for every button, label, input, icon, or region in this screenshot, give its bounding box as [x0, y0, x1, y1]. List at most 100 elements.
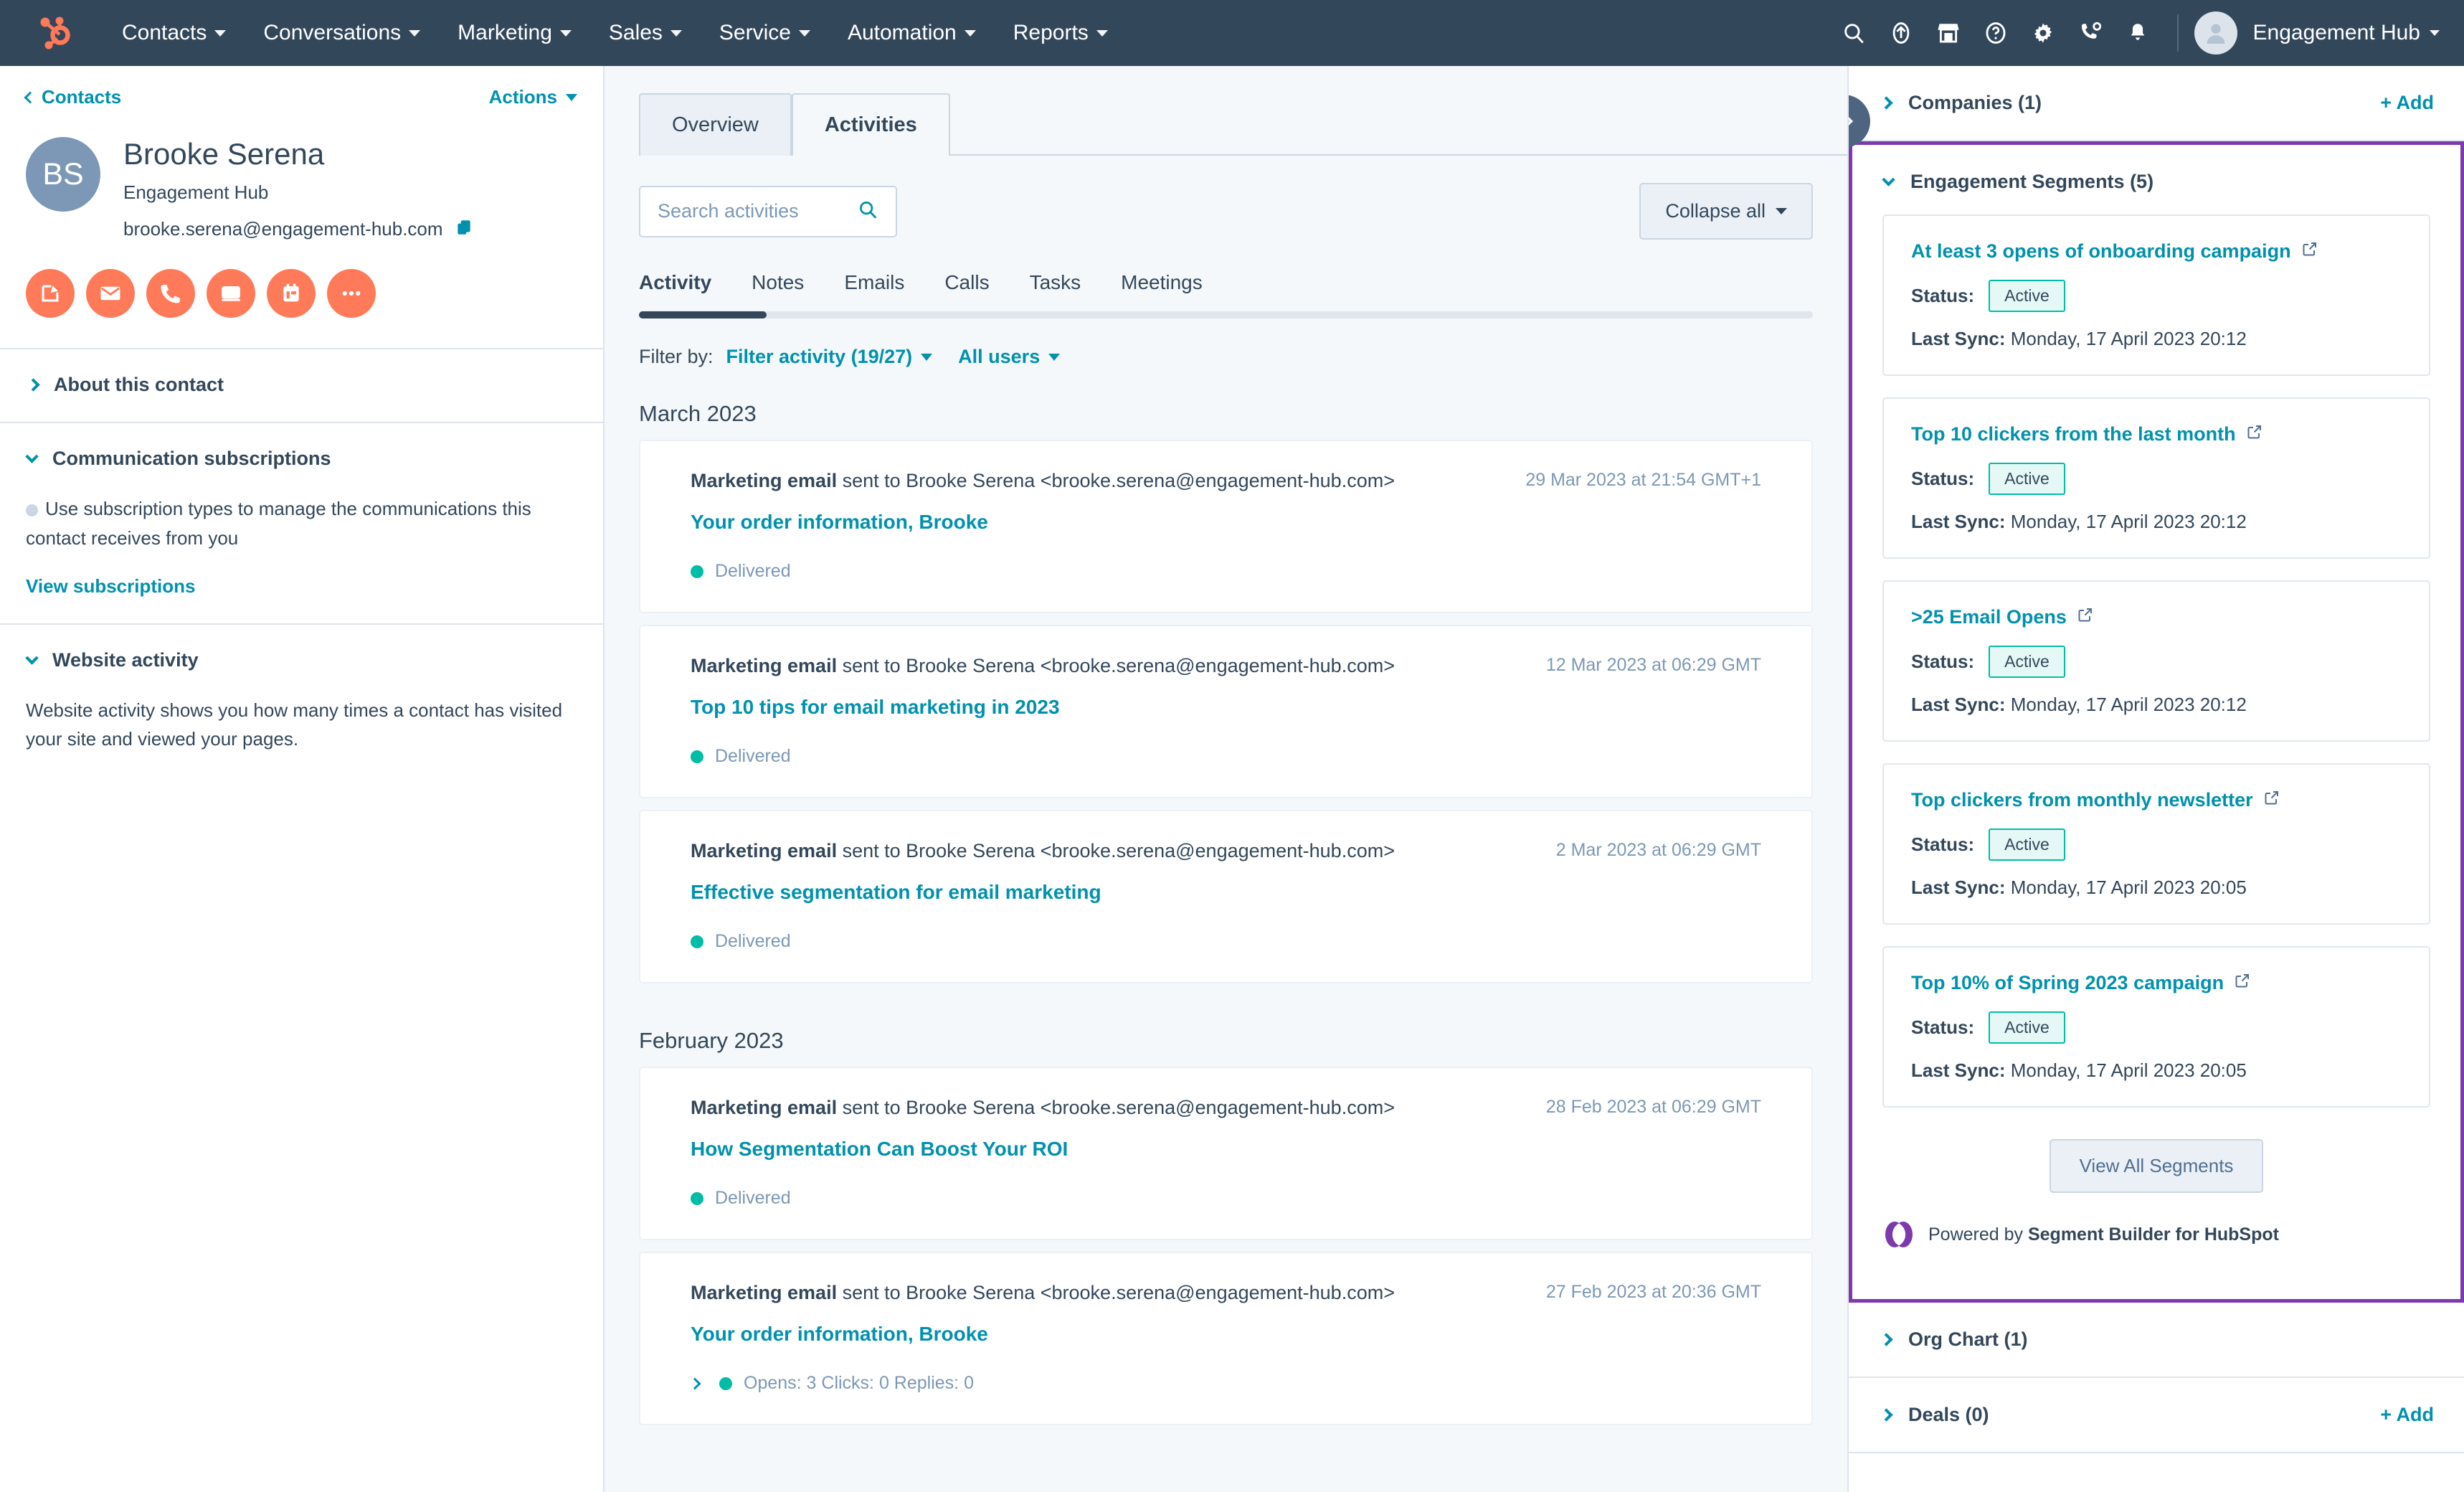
- copy-icon[interactable]: [455, 218, 473, 240]
- subtab-activity[interactable]: Activity: [639, 271, 731, 311]
- companies-toggle[interactable]: Companies (1): [1879, 92, 2042, 114]
- subtab-meetings[interactable]: Meetings: [1101, 271, 1223, 311]
- log-icon[interactable]: [207, 269, 255, 318]
- scrollbar-thumb[interactable]: [639, 311, 767, 318]
- sidebar-section-website-activity-toggle[interactable]: Website activity: [25, 649, 577, 671]
- tab-overview[interactable]: Overview: [639, 93, 792, 156]
- table-row[interactable]: Marketing email sent to Brooke Serena <b…: [639, 440, 1813, 613]
- activity-subject-link[interactable]: Top 10 tips for email marketing in 2023: [691, 696, 1761, 719]
- nav-item-sales[interactable]: Sales: [590, 21, 701, 45]
- collapse-all-label: Collapse all: [1665, 200, 1766, 222]
- call-icon[interactable]: [146, 269, 195, 318]
- search-icon[interactable]: [857, 199, 878, 224]
- actions-dropdown[interactable]: Actions: [489, 86, 577, 108]
- segment-link[interactable]: Top 10 clickers from the last month: [1911, 423, 2402, 445]
- activity-description: Marketing email sent to Brooke Serena <b…: [691, 470, 1395, 492]
- sidebar-section-org-chart: Org Chart (1): [1849, 1303, 2464, 1378]
- nav-item-marketing[interactable]: Marketing: [439, 21, 590, 45]
- filter-activity-dropdown[interactable]: Filter activity (19/27): [726, 346, 933, 368]
- activity-subject-link[interactable]: Your order information, Brooke: [691, 1323, 1761, 1346]
- subtab-tasks[interactable]: Tasks: [1010, 271, 1101, 311]
- calling-phone-icon[interactable]: [2067, 9, 2114, 57]
- nav-label: Reports: [1013, 21, 1089, 44]
- nav-item-automation[interactable]: Automation: [829, 21, 995, 45]
- subtab-calls[interactable]: Calls: [924, 271, 1009, 311]
- chevron-down-icon: [964, 29, 976, 37]
- gear-icon[interactable]: [2019, 9, 2067, 57]
- note-icon[interactable]: [26, 269, 75, 318]
- list-item[interactable]: Top clickers from monthly newsletter Sta…: [1882, 763, 2430, 925]
- account-menu[interactable]: Engagement Hub: [2253, 21, 2440, 45]
- view-subscriptions-link[interactable]: View subscriptions: [26, 575, 195, 598]
- subtab-notes[interactable]: Notes: [731, 271, 824, 311]
- search-input[interactable]: Search activities: [639, 185, 897, 237]
- sync-label: Last Sync:: [1911, 328, 2006, 349]
- list-item[interactable]: At least 3 opens of onboarding campaign …: [1882, 214, 2430, 376]
- task-icon[interactable]: [267, 269, 316, 318]
- email-icon[interactable]: [86, 269, 135, 318]
- sync-value: Monday, 17 April 2023 20:12: [2010, 328, 2247, 349]
- segment-sync-row: Last Sync: Monday, 17 April 2023 20:05: [1911, 1059, 2402, 1082]
- avatar[interactable]: [2194, 11, 2237, 55]
- external-link-icon[interactable]: [2301, 240, 2318, 263]
- sidebar-section-subscriptions-toggle[interactable]: Communication subscriptions: [25, 448, 577, 470]
- nav-item-reports[interactable]: Reports: [995, 21, 1127, 45]
- sidebar-section-about-toggle[interactable]: About this contact: [26, 374, 577, 396]
- activity-type: Marketing email: [691, 655, 838, 676]
- list-item[interactable]: >25 Email Opens Status: Active Last Sync…: [1882, 580, 2430, 742]
- external-link-icon[interactable]: [2263, 789, 2280, 811]
- companies-header: Companies (1) + Add: [1879, 92, 2434, 114]
- status-badge: Active: [1989, 828, 2065, 861]
- chevron-right-icon[interactable]: [688, 1377, 701, 1389]
- view-all-segments-button[interactable]: View All Segments: [2049, 1139, 2264, 1193]
- deals-toggle[interactable]: Deals (0): [1879, 1404, 1989, 1426]
- help-question-icon[interactable]: [1972, 9, 2019, 57]
- activity-subject-link[interactable]: Your order information, Brooke: [691, 511, 1761, 534]
- status-dot-icon: [691, 750, 703, 763]
- list-item[interactable]: Top 10 clickers from the last month Stat…: [1882, 397, 2430, 559]
- segment-link[interactable]: Top 10% of Spring 2023 campaign: [1911, 972, 2402, 994]
- search-icon[interactable]: [1830, 9, 1877, 57]
- org-chart-header: Org Chart (1): [1879, 1328, 2434, 1351]
- hubspot-sprocket-logo[interactable]: [37, 14, 75, 52]
- powered-brand: Segment Builder for HubSpot: [2027, 1224, 2279, 1245]
- segment-link[interactable]: Top clickers from monthly newsletter: [1911, 789, 2402, 811]
- table-row[interactable]: Marketing email sent to Brooke Serena <b…: [639, 1252, 1813, 1425]
- segment-link[interactable]: >25 Email Opens: [1911, 606, 2402, 628]
- add-company-button[interactable]: + Add: [2380, 92, 2434, 114]
- upgrade-arrow-icon[interactable]: [1877, 9, 1925, 57]
- filter-users-dropdown[interactable]: All users: [958, 346, 1061, 368]
- status-badge: Delivered: [691, 931, 1761, 952]
- tab-activities[interactable]: Activities: [791, 93, 950, 156]
- marketplace-storefront-icon[interactable]: [1925, 9, 1972, 57]
- list-item[interactable]: Top 10% of Spring 2023 campaign Status: …: [1882, 946, 2430, 1108]
- nav-item-service[interactable]: Service: [701, 21, 829, 45]
- activity-subject-link[interactable]: How Segmentation Can Boost Your ROI: [691, 1138, 1761, 1161]
- table-row[interactable]: Marketing email sent to Brooke Serena <b…: [639, 810, 1813, 983]
- table-row[interactable]: Marketing email sent to Brooke Serena <b…: [639, 1067, 1813, 1240]
- status-label: Status:: [1911, 651, 1975, 672]
- notifications-bell-icon[interactable]: [2114, 9, 2161, 57]
- segment-link[interactable]: At least 3 opens of onboarding campaign: [1911, 240, 2402, 263]
- breadcrumb[interactable]: Contacts: [24, 86, 121, 108]
- table-row[interactable]: Marketing email sent to Brooke Serena <b…: [639, 625, 1813, 798]
- subtab-emails[interactable]: Emails: [824, 271, 924, 311]
- external-link-icon[interactable]: [2077, 606, 2094, 628]
- section-title: About this contact: [54, 374, 224, 396]
- avatar[interactable]: BS: [26, 137, 100, 212]
- activity-subject-link[interactable]: Effective segmentation for email marketi…: [691, 881, 1761, 904]
- segment-status-row: Status: Active: [1911, 646, 2402, 678]
- external-link-icon[interactable]: [2246, 423, 2263, 445]
- chevron-down-icon: [559, 29, 572, 37]
- collapse-all-button[interactable]: Collapse all: [1639, 183, 1813, 240]
- external-link-icon[interactable]: [2234, 972, 2251, 994]
- engagement-segments-body: Engagement Segments (5) At least 3 opens…: [1852, 145, 2460, 1299]
- subtabs-scrollbar[interactable]: [639, 311, 1813, 318]
- nav-item-conversations[interactable]: Conversations: [245, 21, 439, 45]
- org-chart-toggle[interactable]: Org Chart (1): [1879, 1328, 2028, 1351]
- more-ellipsis-icon[interactable]: [327, 269, 376, 318]
- segments-toggle[interactable]: Engagement Segments (5): [1882, 171, 2430, 193]
- status-badge: Active: [1989, 1011, 2065, 1044]
- nav-item-contacts[interactable]: Contacts: [103, 21, 245, 45]
- add-deal-button[interactable]: + Add: [2380, 1404, 2434, 1426]
